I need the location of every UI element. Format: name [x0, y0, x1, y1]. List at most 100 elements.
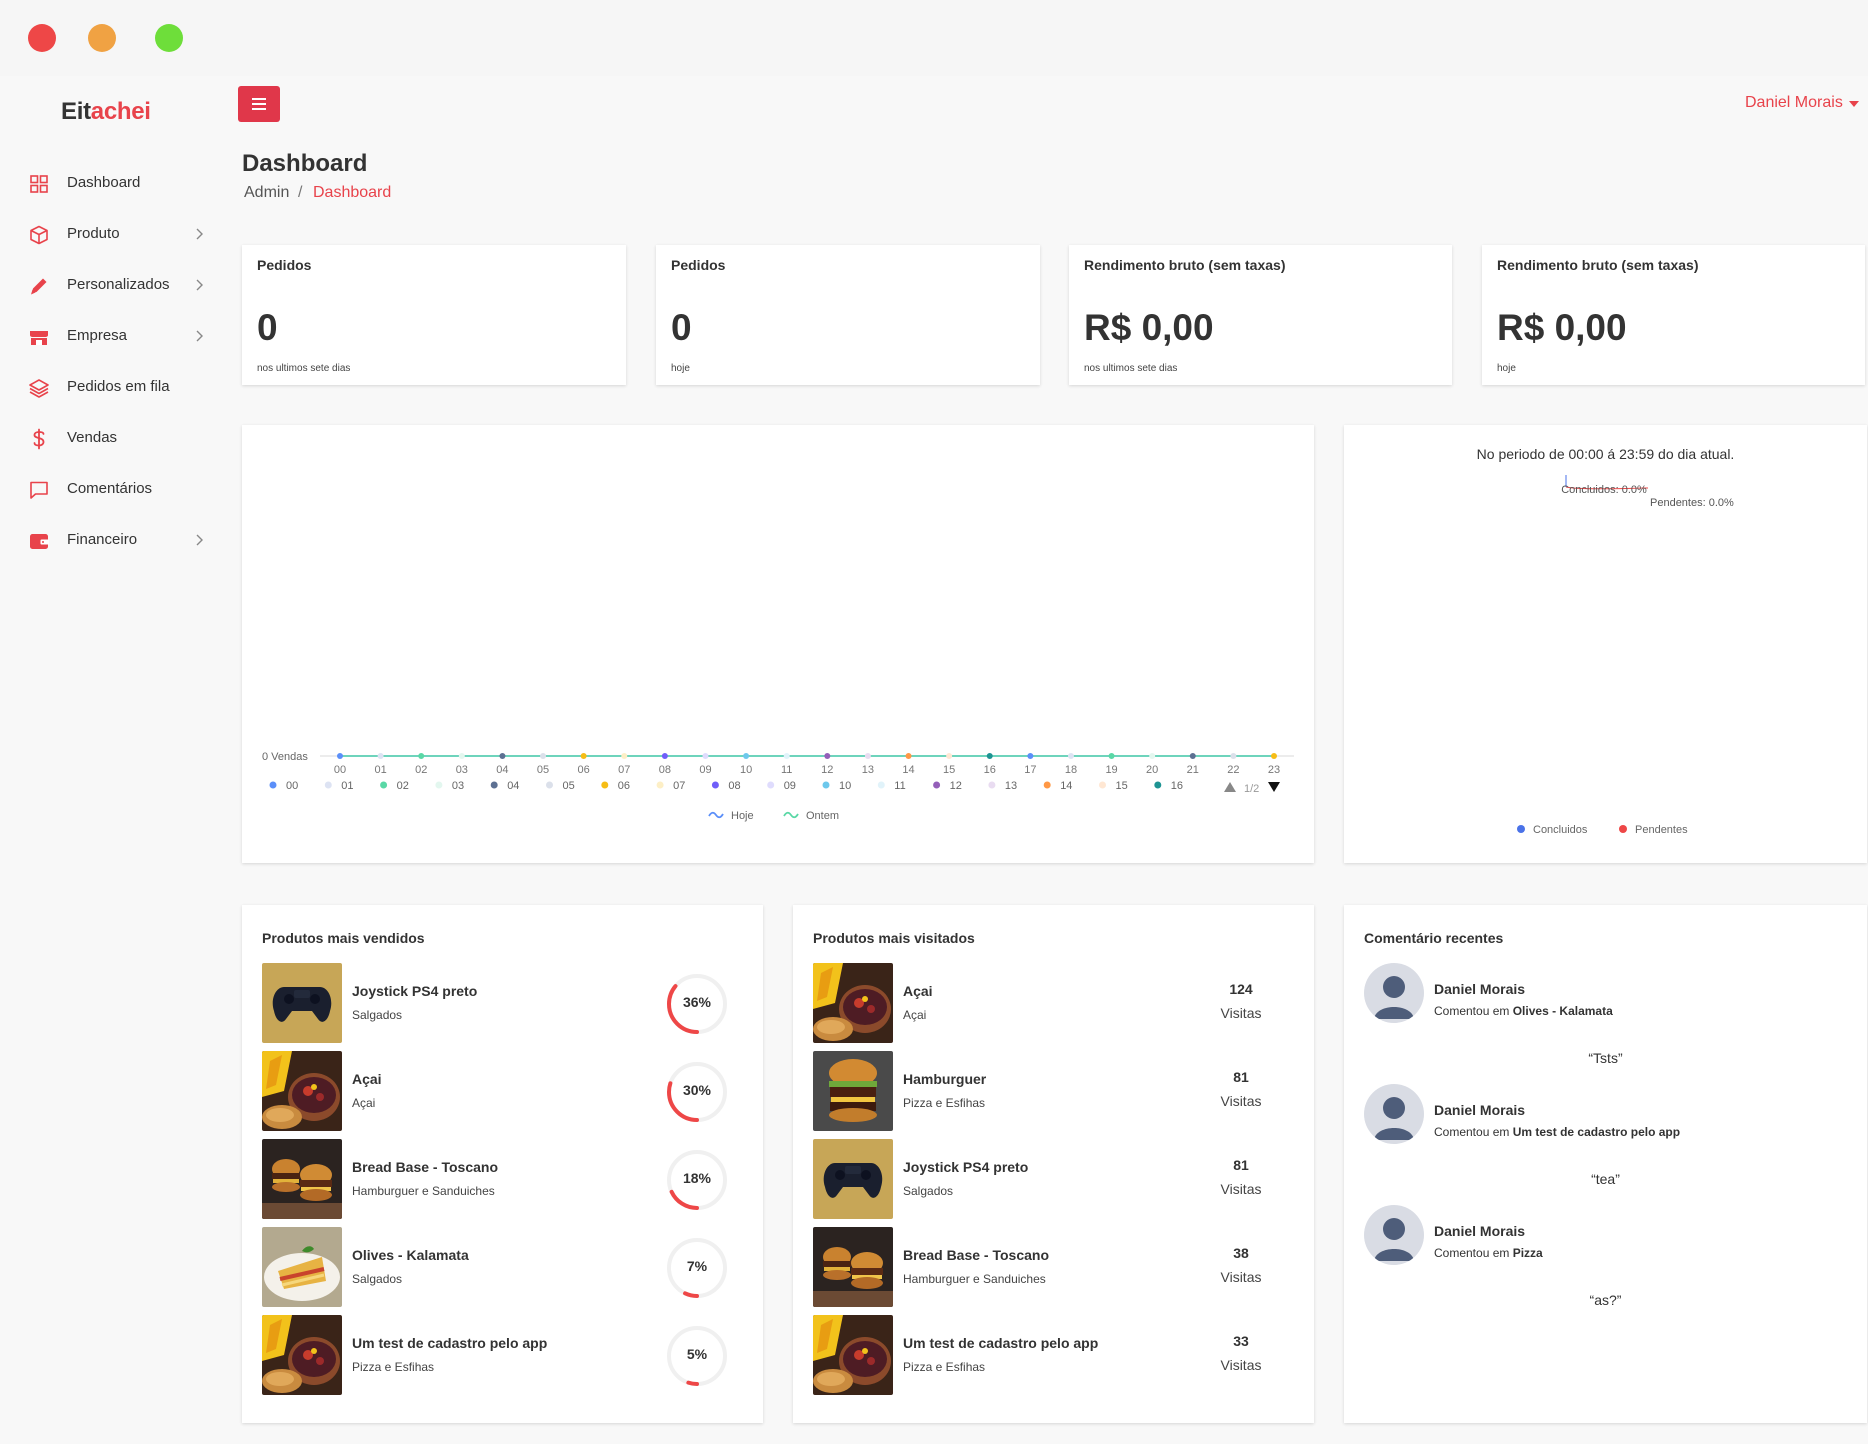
data-point[interactable] [1027, 753, 1034, 759]
legend-label[interactable]: 11 [894, 780, 905, 792]
data-point[interactable] [1271, 753, 1277, 759]
legend-label[interactable]: 06 [618, 780, 630, 792]
legend-marker[interactable] [988, 781, 996, 789]
sidebar-item-personalizados[interactable]: Personalizados [0, 265, 226, 305]
avatar[interactable] [1364, 1205, 1424, 1265]
legend-marker[interactable] [269, 781, 277, 789]
comment-author[interactable]: Daniel Morais [1434, 1102, 1525, 1118]
user-menu[interactable]: Daniel Morais [1745, 94, 1843, 112]
legend-marker[interactable] [933, 781, 941, 789]
top-sold-row[interactable]: Olives - Kalamata Salgados 7% [262, 1227, 742, 1307]
data-point[interactable] [1067, 753, 1074, 759]
top-sold-row[interactable]: Joystick PS4 preto Salgados 36% [262, 963, 742, 1043]
legend-marker[interactable] [1043, 781, 1051, 789]
data-point[interactable] [1189, 753, 1196, 759]
top-sold-row[interactable]: Açai Açai 30% [262, 1051, 742, 1131]
sidebar-item-comentarios[interactable]: Comentários [0, 469, 226, 509]
legend-label[interactable]: 14 [1060, 780, 1072, 792]
legend-marker[interactable] [656, 781, 664, 789]
legend-marker[interactable] [546, 781, 553, 789]
breadcrumb-admin[interactable]: Admin [244, 184, 289, 202]
legend-label[interactable]: 02 [397, 780, 409, 792]
legend-marker[interactable] [324, 781, 332, 789]
comment-author[interactable]: Daniel Morais [1434, 1223, 1525, 1239]
series-legend-label[interactable]: Ontem [806, 810, 839, 822]
app-logo[interactable]: Eitachei [61, 98, 151, 126]
legend-marker[interactable] [601, 781, 609, 789]
data-point[interactable] [337, 753, 343, 759]
data-point[interactable] [946, 753, 953, 759]
sidebar-item-pedidos-em-fila[interactable]: Pedidos em fila [0, 367, 226, 407]
sidebar-item-empresa[interactable]: Empresa [0, 316, 226, 356]
sidebar-item-produto[interactable]: Produto [0, 214, 226, 254]
top-visited-row[interactable]: Açai Açai 124 Visitas [813, 963, 1293, 1043]
sidebar-item-financeiro[interactable]: Financeiro [0, 520, 226, 560]
legend-marker[interactable] [435, 781, 443, 789]
data-point[interactable] [986, 753, 993, 759]
data-point[interactable] [377, 753, 384, 759]
data-point[interactable] [864, 753, 871, 759]
pie-legend-marker[interactable] [1619, 825, 1627, 833]
data-point[interactable] [1149, 753, 1156, 759]
legend-label[interactable]: 12 [950, 780, 962, 792]
series-legend-marker[interactable] [783, 811, 799, 819]
top-visited-row[interactable]: Joystick PS4 preto Salgados 81 Visitas [813, 1139, 1293, 1219]
sidebar-item-vendas[interactable]: Vendas [0, 418, 226, 458]
legend-label[interactable]: 03 [452, 780, 464, 792]
minimize-window-button[interactable] [88, 24, 116, 52]
legend-marker[interactable] [1154, 781, 1162, 789]
comment-target[interactable]: Um test de cadastro pelo app [1513, 1125, 1680, 1139]
sidebar-item-dashboard[interactable]: Dashboard [0, 163, 226, 203]
legend-marker[interactable] [877, 781, 885, 789]
legend-prev-page-icon[interactable] [1224, 782, 1236, 792]
comment-target[interactable]: Olives - Kalamata [1513, 1004, 1613, 1018]
pie-legend-label[interactable]: Concluidos [1533, 824, 1588, 836]
data-point[interactable] [702, 753, 709, 759]
legend-label[interactable]: 10 [839, 780, 851, 792]
legend-label[interactable]: 13 [1005, 780, 1017, 792]
legend-marker[interactable] [711, 781, 719, 789]
comment-target[interactable]: Pizza [1513, 1246, 1543, 1260]
legend-label[interactable]: 09 [784, 780, 796, 792]
caret-down-icon[interactable] [1849, 101, 1859, 107]
top-visited-row[interactable]: Bread Base - Toscano Hamburguer e Sandui… [813, 1227, 1293, 1307]
top-sold-row[interactable]: Um test de cadastro pelo app Pizza e Esf… [262, 1315, 742, 1395]
data-point[interactable] [1230, 753, 1237, 759]
data-point[interactable] [580, 753, 587, 759]
avatar[interactable] [1364, 1084, 1424, 1144]
series-legend-marker[interactable] [708, 811, 724, 819]
close-window-button[interactable] [28, 24, 56, 52]
data-point[interactable] [743, 753, 750, 759]
maximize-window-button[interactable] [155, 24, 183, 52]
legend-marker[interactable] [490, 781, 498, 789]
data-point[interactable] [905, 753, 912, 759]
data-point[interactable] [418, 753, 425, 759]
top-visited-row[interactable]: Um test de cadastro pelo app Pizza e Esf… [813, 1315, 1293, 1395]
data-point[interactable] [499, 753, 506, 759]
legend-label[interactable]: 01 [341, 780, 353, 792]
data-point[interactable] [661, 753, 668, 759]
data-point[interactable] [458, 753, 465, 759]
menu-toggle-button[interactable] [238, 86, 280, 122]
data-point[interactable] [540, 753, 547, 759]
pie-legend-marker[interactable] [1517, 825, 1525, 833]
data-point[interactable] [621, 753, 628, 759]
legend-marker[interactable] [822, 781, 830, 789]
legend-label[interactable]: 08 [728, 780, 740, 792]
legend-label[interactable]: 07 [673, 780, 685, 792]
legend-marker[interactable] [380, 781, 388, 789]
pie-legend-label[interactable]: Pendentes [1635, 824, 1688, 836]
data-point[interactable] [783, 753, 790, 759]
legend-marker[interactable] [767, 781, 775, 789]
legend-label[interactable]: 04 [507, 780, 519, 792]
legend-label[interactable]: 15 [1116, 780, 1128, 792]
legend-label[interactable]: 05 [563, 780, 575, 792]
legend-next-page-icon[interactable] [1268, 782, 1280, 792]
legend-marker[interactable] [1099, 781, 1106, 789]
data-point[interactable] [1108, 753, 1115, 759]
top-visited-row[interactable]: Hamburguer Pizza e Esfihas 81 Visitas [813, 1051, 1293, 1131]
top-sold-row[interactable]: Bread Base - Toscano Hamburguer e Sandui… [262, 1139, 742, 1219]
avatar[interactable] [1364, 963, 1424, 1023]
comment-author[interactable]: Daniel Morais [1434, 981, 1525, 997]
data-point[interactable] [824, 753, 831, 759]
